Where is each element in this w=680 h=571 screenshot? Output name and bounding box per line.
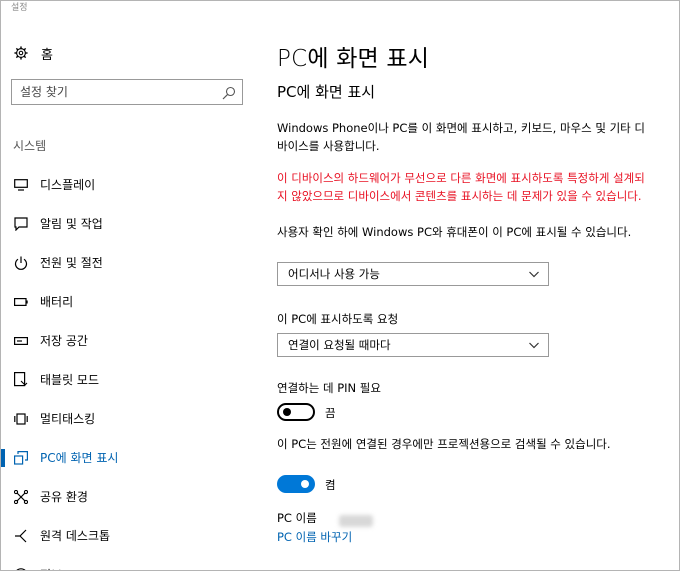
sidebar-item-label: 원격 데스크톱 <box>40 529 111 543</box>
toggle-knob <box>283 408 291 416</box>
pin-label: 연결하는 데 PIN 필요 <box>277 381 381 395</box>
multitasking-icon <box>13 411 29 427</box>
search-icon[interactable] <box>222 85 236 100</box>
search-input[interactable] <box>18 84 222 100</box>
request-label: 이 PC에 표시하도록 요청 <box>277 312 399 326</box>
sidebar-item-label: PC에 화면 표시 <box>40 451 119 465</box>
description-text: Windows Phone이나 PC를 이 화면에 표시하고, 키보드, 마우스… <box>277 121 645 153</box>
sidebar-item-remote-desktop[interactable]: 원격 데스크톱 <box>1 516 259 555</box>
sidebar-item-power[interactable]: 전원 및 절전 <box>1 243 259 282</box>
power-label: 이 PC는 전원에 연결된 경우에만 프로젝션용으로 검색될 수 있습니다. <box>277 437 611 451</box>
warning-text: 이 디바이스의 하드웨어가 무선으로 다른 화면에 표시하도록 특정하게 설계되… <box>277 171 645 203</box>
project-icon <box>13 450 29 466</box>
sidebar-item-label: 디스플레이 <box>40 178 96 192</box>
search-box[interactable] <box>11 79 243 105</box>
rename-pc-link[interactable]: PC 이름 바꾸기 <box>277 529 352 545</box>
pc-name-value-blurred <box>339 515 373 527</box>
remote-icon <box>13 528 29 544</box>
monitor-icon <box>13 177 29 193</box>
request-value: 연결이 요청될 때마다 <box>288 338 391 352</box>
sidebar-item-notifications[interactable]: 알림 및 작업 <box>1 204 259 243</box>
home-label: 홈 <box>41 47 53 63</box>
info-icon <box>13 567 29 570</box>
sidebar-item-label: 배터리 <box>40 295 74 309</box>
sidebar-item-label: 저장 공간 <box>40 334 88 348</box>
sidebar-item-label: 태블릿 모드 <box>40 373 100 387</box>
power-icon <box>13 255 29 271</box>
toggle-knob <box>301 480 309 488</box>
sidebar-item-label: 공유 환경 <box>40 490 88 504</box>
sidebar-item-multitasking[interactable]: 멀티태스킹 <box>1 399 259 438</box>
settings-window: 설정 홈 시스템 디스플레이 알림 및 작업 <box>0 0 680 571</box>
home-nav-item[interactable]: 홈 <box>13 43 53 63</box>
pin-toggle[interactable] <box>277 403 315 421</box>
sidebar-item-about[interactable]: 정보 <box>1 555 259 570</box>
sidebar-item-storage[interactable]: 저장 공간 <box>1 321 259 360</box>
availability-dropdown[interactable]: 어디서나 사용 가능 <box>277 262 549 286</box>
request-dropdown[interactable]: 연결이 요청될 때마다 <box>277 333 549 357</box>
availability-label: 사용자 확인 하에 Windows PC와 휴대폰이 이 PC에 표시될 수 있… <box>277 225 632 239</box>
sidebar-item-shared-experiences[interactable]: 공유 환경 <box>1 477 259 516</box>
gear-icon <box>13 45 29 61</box>
chevron-down-icon <box>528 339 540 351</box>
pin-state: 끔 <box>325 406 336 420</box>
availability-value: 어디서나 사용 가능 <box>288 267 380 281</box>
chevron-down-icon <box>528 268 540 280</box>
storage-icon <box>13 333 29 349</box>
notification-icon <box>13 216 29 232</box>
section-title: PC에 화면 표시 <box>277 83 376 101</box>
sidebar-item-display[interactable]: 디스플레이 <box>1 165 259 204</box>
nav-list: 디스플레이 알림 및 작업 전원 및 절전 배터리 저장 공간 태블릿 모드 멀… <box>1 165 259 570</box>
sidebar-item-battery[interactable]: 배터리 <box>1 282 259 321</box>
sidebar-item-label: 정보 <box>40 566 62 570</box>
sidebar-item-tablet[interactable]: 태블릿 모드 <box>1 360 259 399</box>
sidebar-item-label: 알림 및 작업 <box>40 217 103 231</box>
window-title: 설정 <box>11 3 28 13</box>
shared-icon <box>13 489 29 505</box>
power-toggle[interactable] <box>277 475 315 493</box>
sidebar: 홈 시스템 디스플레이 알림 및 작업 전원 및 절전 <box>1 19 259 570</box>
page-title: PC에 화면 표시 <box>277 46 430 72</box>
power-state: 켬 <box>325 478 336 492</box>
sidebar-item-project-to-pc[interactable]: PC에 화면 표시 <box>1 438 259 477</box>
battery-icon <box>13 294 29 310</box>
sidebar-item-label: 전원 및 절전 <box>40 256 103 270</box>
tablet-icon <box>13 371 29 388</box>
sidebar-item-label: 멀티태스킹 <box>40 412 96 426</box>
section-label: 시스템 <box>13 139 47 153</box>
